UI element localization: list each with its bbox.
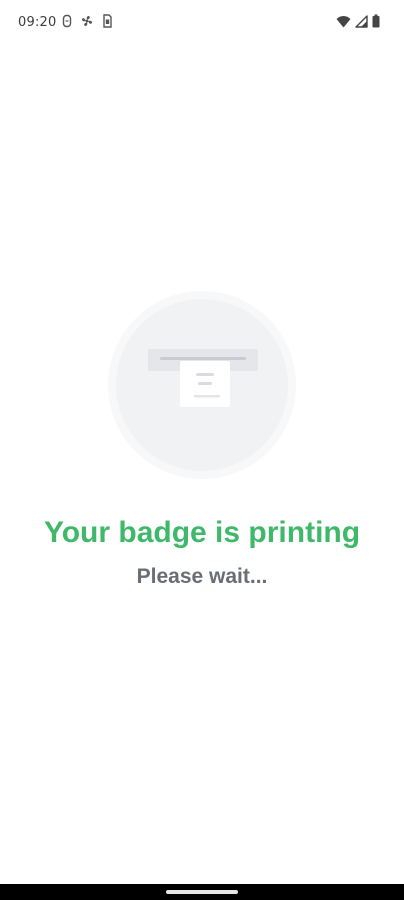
please-wait-subtitle: Please wait...: [136, 565, 268, 588]
printer-badge-icon: [108, 291, 296, 479]
status-icons-left: [62, 14, 112, 28]
status-bar: 09:20: [0, 0, 404, 44]
fan-icon: [81, 15, 93, 27]
sim-card-icon: [103, 14, 112, 28]
cellular-signal-icon: [355, 14, 368, 28]
wifi-icon: [336, 15, 351, 27]
status-icons-right: [336, 14, 380, 28]
battery-icon: [372, 14, 380, 28]
home-gesture-handle[interactable]: [166, 890, 238, 894]
sim-icon: [62, 14, 72, 28]
screen: 09:20 Your badge is printing Please wait…: [0, 0, 404, 900]
navigation-bar: [0, 884, 404, 900]
printing-title: Your badge is printing: [43, 516, 361, 549]
status-time: 09:20: [18, 15, 57, 30]
